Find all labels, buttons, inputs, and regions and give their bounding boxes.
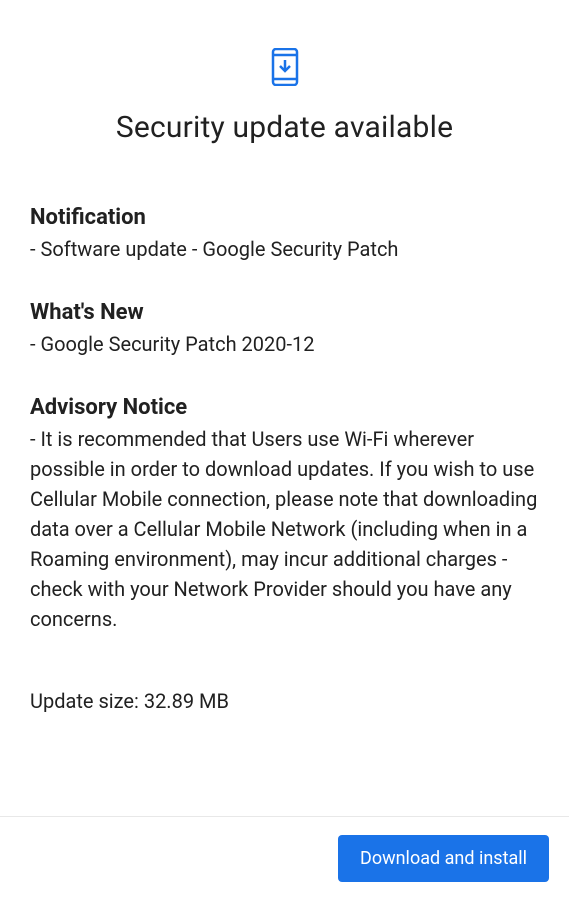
advisory-text: - It is recommended that Users use Wi-Fi… xyxy=(30,424,539,634)
notification-text: - Software update - Google Security Patc… xyxy=(30,234,539,264)
notification-heading: Notification xyxy=(30,205,539,230)
header: Security update available xyxy=(30,0,539,205)
advisory-heading: Advisory Notice xyxy=(30,395,539,420)
advisory-section: Advisory Notice - It is recommended that… xyxy=(30,395,539,634)
download-update-icon xyxy=(270,48,300,90)
download-install-button[interactable]: Download and install xyxy=(338,835,549,882)
whats-new-text: - Google Security Patch 2020-12 xyxy=(30,329,539,359)
update-size-label: Update size: 32.89 MB xyxy=(30,689,539,713)
whats-new-heading: What's New xyxy=(30,300,539,325)
page-title: Security update available xyxy=(30,110,539,145)
whats-new-section: What's New - Google Security Patch 2020-… xyxy=(30,300,539,359)
footer-bar: Download and install xyxy=(0,816,569,900)
notification-section: Notification - Software update - Google … xyxy=(30,205,539,264)
update-content: Security update available Notification -… xyxy=(0,0,569,816)
